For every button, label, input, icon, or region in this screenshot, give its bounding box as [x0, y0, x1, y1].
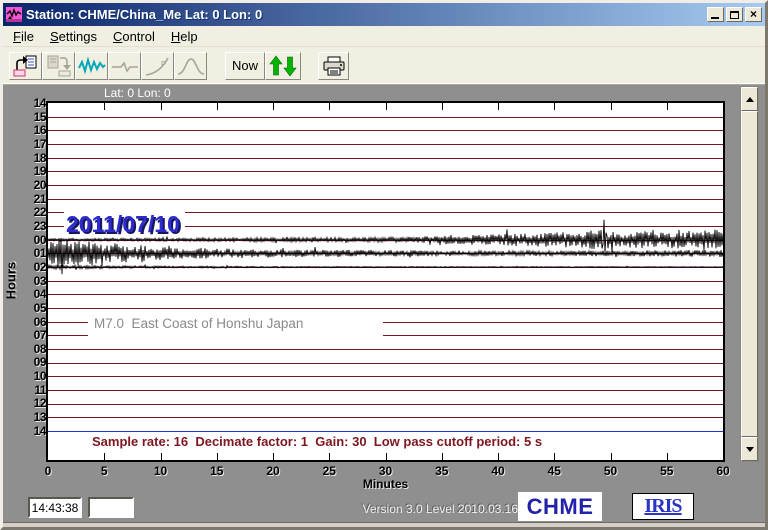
hour-label: 14 — [34, 97, 46, 110]
p-wave-pick-button[interactable]: P — [141, 52, 174, 80]
hour-label: 16 — [34, 124, 46, 137]
scroll-up-down-arrows-icon — [268, 54, 298, 78]
minutes-axis-title: Minutes — [36, 477, 735, 491]
printer-icon — [322, 55, 346, 77]
window-bottom-edge — [3, 522, 765, 527]
hour-label: 18 — [34, 152, 46, 165]
gaussian-filter-icon — [177, 54, 205, 78]
hour-label: 01 — [34, 247, 46, 260]
clock-display: 14:43:38 — [28, 497, 82, 518]
svg-text:P: P — [161, 60, 166, 69]
menu-help[interactable]: Help — [163, 27, 206, 46]
version-label: Version 3.0 Level 2010.03.16 — [330, 502, 518, 516]
menu-file[interactable]: File — [5, 27, 42, 46]
print-button[interactable] — [318, 52, 349, 80]
filter-response-icon — [111, 55, 139, 77]
menu-control[interactable]: Control — [105, 27, 163, 46]
station-logo: CHME — [518, 492, 602, 521]
minimize-icon — [711, 17, 719, 19]
filter-button[interactable] — [108, 52, 141, 80]
toolbar: P Now — [3, 47, 765, 85]
seismic-trace-hour-02 — [48, 265, 723, 270]
maximize-icon — [730, 11, 739, 19]
hour-label: 14 — [34, 425, 46, 438]
hour-label: 07 — [34, 329, 46, 342]
hour-label: 22 — [34, 206, 46, 219]
now-button[interactable]: Now — [225, 52, 265, 80]
hour-label: 09 — [34, 356, 46, 369]
waveform-view-button[interactable] — [75, 52, 108, 80]
maximize-button[interactable] — [726, 7, 743, 22]
plot-canvas: 2011/07/10 M7.0 East Coast of Honshu Jap… — [48, 103, 723, 460]
title-bar[interactable]: Station: CHME/China_Me Lat: 0 Lon: 0 × — [3, 3, 765, 26]
hour-label: 20 — [34, 179, 46, 192]
hour-label: 02 — [34, 261, 46, 274]
save-file-icon — [46, 54, 72, 78]
p-wave-pick-icon: P — [144, 54, 172, 78]
hour-label: 11 — [34, 384, 46, 397]
helicorder-plot-area[interactable]: 2011/07/10 M7.0 East Coast of Honshu Jap… — [46, 101, 725, 462]
hour-label: 19 — [34, 165, 46, 178]
hour-label: 08 — [34, 343, 46, 356]
hour-label: 06 — [34, 316, 46, 329]
status-aux-box — [88, 497, 134, 518]
hour-label: 10 — [34, 370, 46, 383]
lat-lon-overlay: Lat: 0 Lon: 0 — [104, 86, 171, 100]
minimize-button[interactable] — [707, 7, 724, 22]
hour-label: 21 — [34, 193, 46, 206]
hour-label: 17 — [34, 138, 46, 151]
scroll-hours-button[interactable] — [265, 52, 301, 80]
hour-label: 23 — [34, 220, 46, 233]
toolbar-gap — [207, 65, 225, 66]
hour-labels-column: 1415161718192021222300010203040506070809… — [17, 97, 46, 438]
app-seismograph-icon — [6, 7, 22, 22]
hour-label: 00 — [34, 234, 46, 247]
hour-label: 03 — [34, 275, 46, 288]
seismic-traces — [48, 103, 723, 460]
gaussian-filter-button[interactable] — [174, 52, 207, 80]
menu-settings[interactable]: Settings — [42, 27, 105, 46]
save-file-button[interactable] — [42, 52, 75, 80]
app-window: Station: CHME/China_Me Lat: 0 Lon: 0 × F… — [0, 0, 768, 530]
hour-label: 05 — [34, 302, 46, 315]
hour-label: 13 — [34, 411, 46, 424]
open-file-icon — [13, 54, 39, 78]
helicorder-panel: Lat: 0 Lon: 0 Hours 14151617181920212223… — [3, 85, 765, 522]
hour-label: 12 — [34, 397, 46, 410]
iris-logo: IRIS — [632, 493, 694, 520]
seismic-trace-hour-00 — [48, 220, 723, 253]
window-title: Station: CHME/China_Me Lat: 0 Lon: 0 — [26, 7, 705, 22]
open-file-button[interactable] — [9, 52, 42, 80]
scrollbar-down-button[interactable] — [741, 437, 758, 461]
close-button[interactable]: × — [745, 7, 762, 22]
scrollbar-up-button[interactable] — [741, 87, 758, 111]
seismic-trace-hour-01 — [48, 240, 723, 275]
scrollbar-thumb[interactable] — [741, 111, 758, 437]
down-arrow-icon — [746, 447, 754, 452]
hour-label: 15 — [34, 111, 46, 124]
vertical-scrollbar[interactable] — [740, 86, 759, 462]
waveform-view-icon — [78, 55, 106, 77]
hour-label: 04 — [34, 288, 46, 301]
close-icon: × — [750, 8, 757, 20]
up-arrow-icon — [746, 97, 754, 102]
menu-bar: File Settings Control Help — [3, 26, 765, 47]
